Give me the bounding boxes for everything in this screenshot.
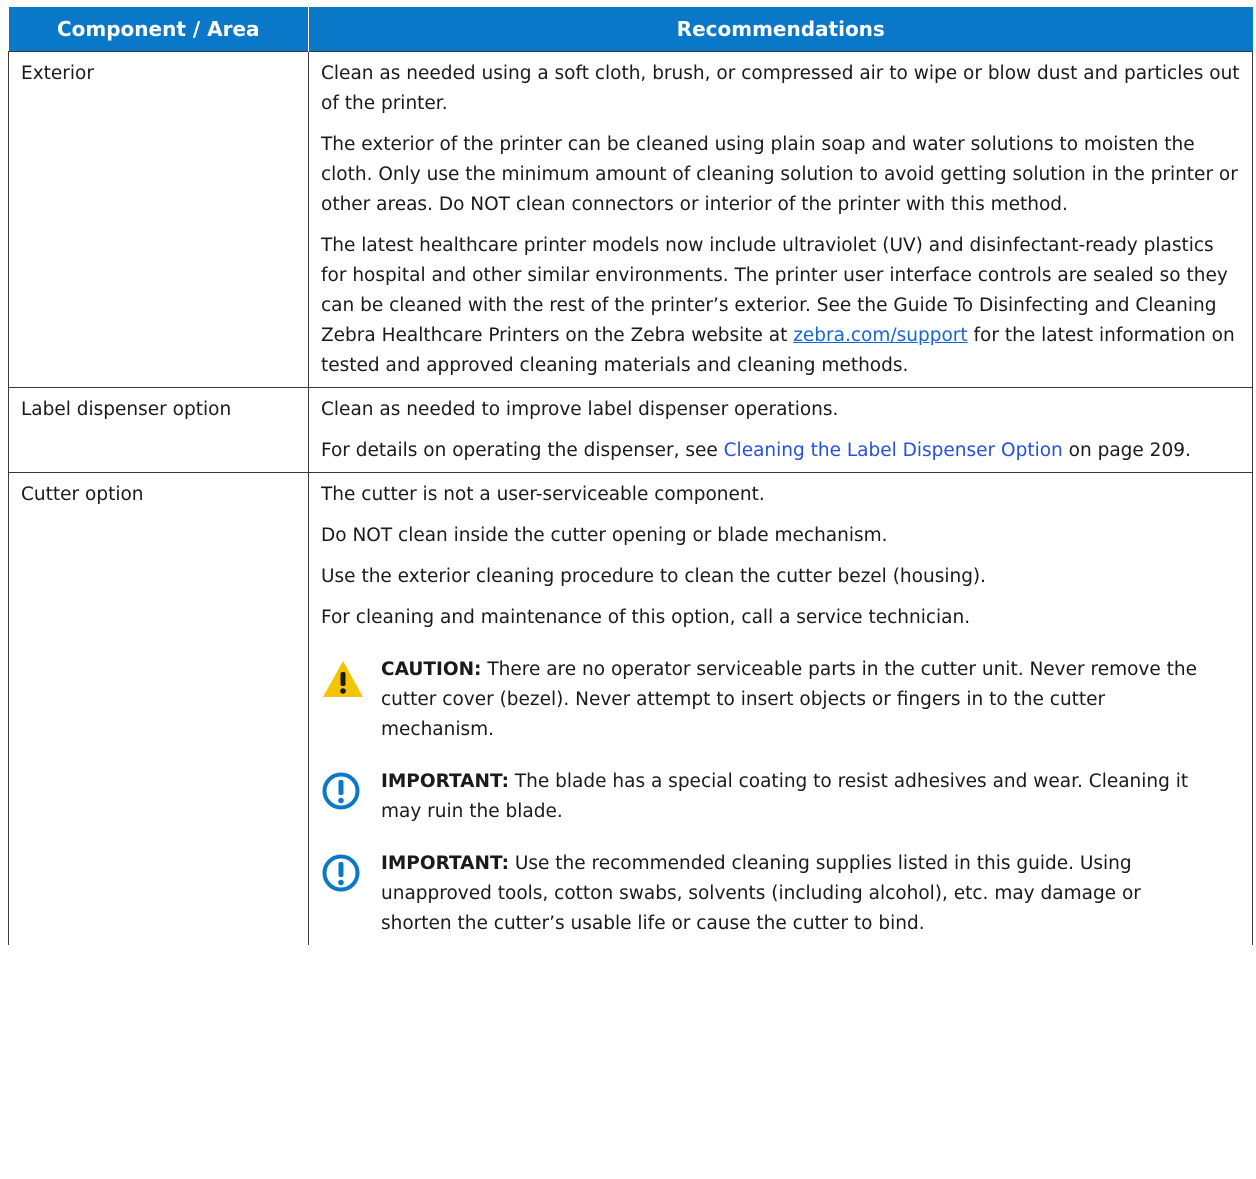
table-row-cutter: Cutter option The cutter is not a user-s… <box>8 472 1253 945</box>
paragraph: Clean as needed to improve label dispens… <box>321 399 839 420</box>
recommendations-cell: Clean as needed using a soft cloth, brus… <box>308 51 1253 388</box>
paragraph: Use the exterior cleaning procedure to c… <box>321 566 987 587</box>
important-text: IMPORTANT: Use the recommended cleaning … <box>381 853 1141 934</box>
important-note: IMPORTANT: The blade has a special coati… <box>321 767 1242 827</box>
column-header-component: Component / Area <box>8 7 309 52</box>
caution-note: CAUTION: There are no operator serviceab… <box>321 655 1242 745</box>
table-header-row: Component / Area Recommendations <box>8 7 1253 52</box>
cleaning-recommendations-table: Component / Area Recommendations Exterio… <box>8 7 1253 945</box>
paragraph: The latest healthcare printer models now… <box>321 235 1235 376</box>
paragraph: For cleaning and maintenance of this opt… <box>321 607 971 628</box>
caution-text: CAUTION: There are no operator serviceab… <box>381 659 1197 740</box>
table-row-label-dispenser: Label dispenser option Clean as needed t… <box>8 387 1253 473</box>
paragraph: The exterior of the printer can be clean… <box>321 134 1238 215</box>
cleaning-label-dispenser-link[interactable]: Cleaning the Label Dispenser Option <box>724 440 1063 461</box>
component-cell: Exterior <box>8 51 309 388</box>
warning-triangle-icon <box>321 655 381 709</box>
exclamation-circle-icon <box>321 849 381 903</box>
recommendations-cell: Clean as needed to improve label dispens… <box>308 387 1253 473</box>
important-note: IMPORTANT: Use the recommended cleaning … <box>321 849 1242 939</box>
paragraph: Do NOT clean inside the cutter opening o… <box>321 525 888 546</box>
component-cell: Cutter option <box>8 472 309 945</box>
paragraph: For details on operating the dispenser, … <box>321 440 1191 461</box>
column-header-recommendations: Recommendations <box>308 7 1253 52</box>
zebra-support-link[interactable]: zebra.com/support <box>793 325 967 346</box>
important-text: IMPORTANT: The blade has a special coati… <box>381 771 1189 822</box>
exclamation-circle-icon <box>321 767 381 821</box>
recommendations-cell: The cutter is not a user-serviceable com… <box>308 472 1253 945</box>
paragraph: The cutter is not a user-serviceable com… <box>321 484 765 505</box>
paragraph: Clean as needed using a soft cloth, brus… <box>321 63 1240 114</box>
component-cell: Label dispenser option <box>8 387 309 473</box>
table-row-exterior: Exterior Clean as needed using a soft cl… <box>8 51 1253 388</box>
